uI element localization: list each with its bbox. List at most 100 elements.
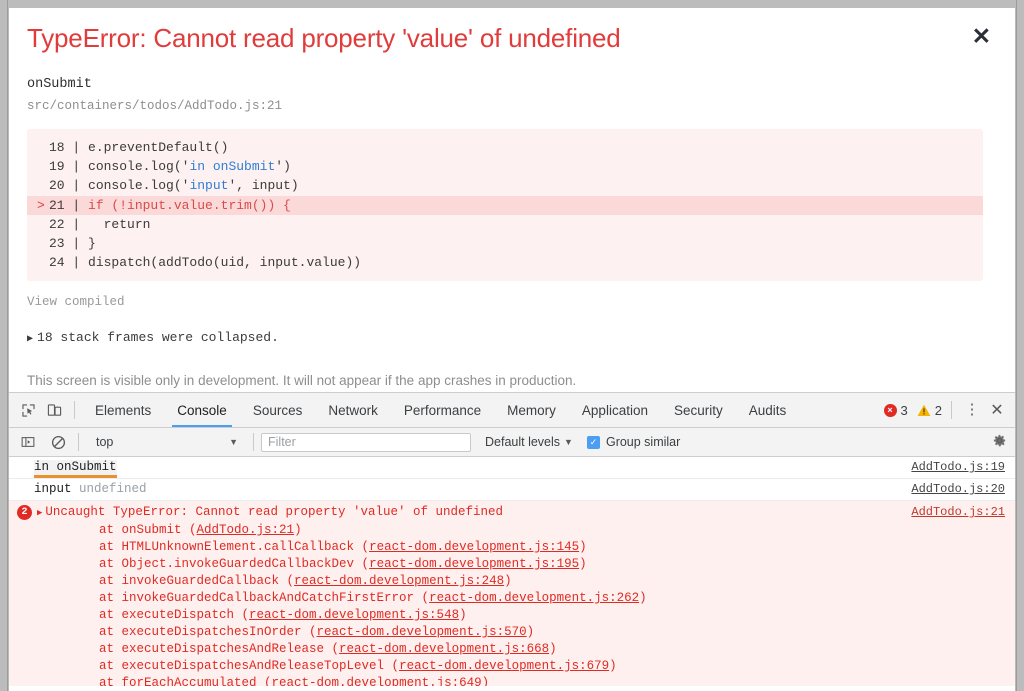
line-number: 20 (49, 178, 65, 194)
error-count-badge[interactable]: × 3 (883, 402, 908, 418)
stack-frame-link[interactable]: react-dom.development.js:649 (272, 676, 482, 686)
devtools-tab-performance[interactable]: Performance (391, 393, 494, 427)
console-log-row[interactable]: in onSubmit AddTodo.js:19 (9, 457, 1015, 479)
devtools-tab-security[interactable]: Security (661, 393, 736, 427)
stack-frame[interactable]: at invokeGuardedCallback (react-dom.deve… (37, 573, 911, 590)
console-message: in onSubmit (17, 459, 911, 478)
code-line-20: 20 | console.log('input', input) (27, 176, 983, 195)
devtools-tab-label: Application (581, 402, 648, 418)
warning-count-badge[interactable]: 2 (917, 403, 942, 418)
development-note-line-1: This screen is visible only in developme… (27, 373, 577, 389)
close-overlay-button[interactable]: ✕ (968, 22, 995, 51)
error-overlay-header: TypeError: Cannot read property 'value' … (27, 22, 997, 54)
code-text: return (88, 216, 151, 232)
log-levels-select[interactable]: Default levels ▼ (485, 435, 573, 449)
more-options-icon[interactable]: ⋮ (961, 402, 983, 417)
stack-frame-link[interactable]: react-dom.development.js:679 (399, 659, 609, 673)
stack-frame-link[interactable]: react-dom.development.js:570 (317, 625, 527, 639)
console-error-body: ▶ Uncaught TypeError: Cannot read propert… (32, 504, 911, 686)
stack-frame[interactable]: at executeDispatchesAndReleaseTopLevel (… (37, 658, 911, 675)
line-number: 22 (49, 216, 65, 232)
stack-frame[interactable]: at executeDispatchesInOrder (react-dom.d… (37, 624, 911, 641)
screenshot-root: TypeError: Cannot read property 'value' … (0, 0, 1024, 691)
code-line-21: >21 | if (!input.value.trim()) { (27, 195, 983, 215)
gear-icon[interactable] (992, 433, 1007, 451)
line-pipe: | (64, 140, 89, 155)
devtools-tab-memory[interactable]: Memory (494, 393, 569, 427)
code-text: } (88, 236, 96, 252)
stack-frame-link[interactable]: AddTodo.js:21 (197, 523, 295, 537)
devtools-tab-audits[interactable]: Audits (736, 393, 800, 427)
collapsed-stack-frames-toggle[interactable]: ▶ 18 stack frames were collapsed. (27, 330, 997, 345)
stack-frame[interactable]: at forEachAccumulated (react-dom.develop… (37, 675, 911, 686)
devtools-tab-network[interactable]: Network (315, 393, 391, 427)
stack-frame[interactable]: at invokeGuardedCallbackAndCatchFirstErr… (37, 590, 911, 607)
console-filter-input[interactable] (261, 432, 471, 452)
line-pipe: | (64, 178, 89, 194)
code-text: console.log('in onSubmit') (88, 159, 291, 175)
devtools-tab-label: Audits (748, 402, 787, 418)
line-number: 19 (49, 159, 65, 175)
line-number: 18 (49, 140, 65, 155)
chevron-down-icon-2: ▼ (564, 437, 573, 447)
chevron-down-icon: ▼ (229, 437, 238, 447)
code-text: if (!input.value.trim()) { (88, 197, 291, 213)
group-similar-checkbox[interactable]: ✓ (586, 435, 600, 449)
code-line-19: 19 | console.log('in onSubmit') (27, 157, 983, 176)
error-count-label: 3 (900, 402, 908, 418)
execution-context-select[interactable]: top ▼ (86, 435, 246, 449)
code-line-24: 24 | dispatch(addTodo(uid, input.value)) (27, 253, 983, 272)
current-line-marker: > (37, 197, 45, 213)
code-text: console.log('input', input) (88, 178, 299, 194)
window-left-edge (0, 0, 8, 691)
devtools-tab-label: Security (673, 402, 723, 418)
stack-frame-link[interactable]: react-dom.development.js:668 (339, 642, 549, 656)
toolbar-divider-2 (951, 401, 952, 419)
console-sidebar-icon[interactable] (15, 429, 41, 455)
collapsed-stack-frames-label: 18 stack frames were collapsed. (37, 330, 279, 346)
console-log-value: undefined (79, 482, 147, 496)
view-compiled-link[interactable]: View compiled (27, 295, 125, 309)
devtools-tab-application[interactable]: Application (569, 393, 661, 427)
group-similar-label: Group similar (605, 435, 681, 449)
console-error-source-link[interactable]: AddTodo.js:21 (911, 504, 1015, 521)
stack-frame[interactable]: at Object.invokeGuardedCallbackDev (reac… (37, 556, 911, 573)
window-top-edge (0, 0, 1024, 8)
devtools-tab-label: Performance (403, 402, 482, 418)
code-text: dispatch(addTodo(uid, input.value)) (88, 255, 362, 271)
devtools-tab-list: Elements Console Sources Network Performance… (82, 393, 799, 427)
chevron-right-icon: ▶ (27, 334, 34, 346)
close-devtools-icon[interactable]: ✕ (985, 400, 1009, 420)
console-source-link[interactable]: AddTodo.js:20 (911, 481, 1015, 498)
error-frame-function: onSubmit (27, 77, 92, 92)
warning-triangle-icon (917, 404, 931, 417)
devtools-tab-elements[interactable]: Elements (82, 393, 164, 427)
stack-frame-link[interactable]: react-dom.development.js:548 (249, 608, 459, 622)
code-text: e.preventDefault() (88, 140, 229, 155)
stack-frame-link[interactable]: react-dom.development.js:248 (294, 574, 504, 588)
console-log-row[interactable]: input undefined AddTodo.js:20 (9, 479, 1015, 501)
console-error-headline[interactable]: ▶ Uncaught TypeError: Cannot read propert… (37, 504, 911, 522)
stack-frame[interactable]: at executeDispatchesAndRelease (react-do… (37, 641, 911, 658)
react-error-overlay: TypeError: Cannot read property 'value' … (9, 8, 1015, 408)
stack-frame[interactable]: at onSubmit (AddTodo.js:21) (37, 522, 911, 539)
stack-frame[interactable]: at executeDispatch (react-dom.developmen… (37, 607, 911, 624)
devtools-tab-console[interactable]: Console (164, 393, 240, 427)
stack-frame[interactable]: at HTMLUnknownElement.callCallback (reac… (37, 539, 911, 556)
chrome-devtools-panel: Elements Console Sources Network Performance… (9, 392, 1015, 691)
console-error-row[interactable]: 2 ▶ Uncaught TypeError: Cannot read proper… (9, 501, 1015, 686)
chevron-right-icon[interactable]: ▶ (37, 508, 42, 518)
line-pipe: | (64, 159, 89, 175)
clear-console-icon[interactable] (45, 429, 71, 455)
console-message-list[interactable]: in onSubmit AddTodo.js:19 input undefined A… (9, 457, 1015, 686)
devtools-tab-sources[interactable]: Sources (240, 393, 316, 427)
devtools-toolbar-right: × 3 2 ⋮ ✕ (883, 400, 1015, 420)
stack-frame-link[interactable]: react-dom.development.js:195 (369, 557, 579, 571)
console-source-link[interactable]: AddTodo.js:19 (911, 459, 1015, 476)
inspect-element-icon[interactable] (15, 397, 41, 423)
stack-frame-link[interactable]: react-dom.development.js:145 (369, 540, 579, 554)
stack-frame-link[interactable]: react-dom.development.js:262 (429, 591, 639, 605)
group-similar-toggle[interactable]: ✓ Group similar (586, 435, 681, 449)
filterbar-divider-2 (253, 433, 254, 451)
device-toolbar-icon[interactable] (41, 397, 67, 423)
